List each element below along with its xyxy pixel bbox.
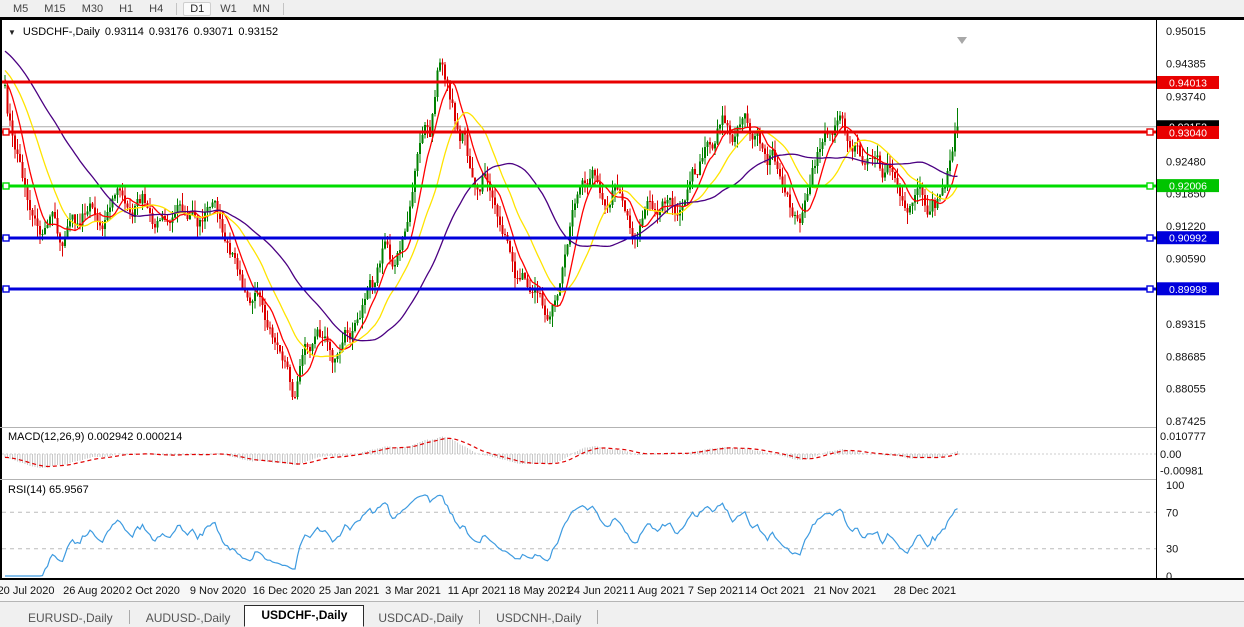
line-handle[interactable]: [3, 235, 9, 241]
price-axis-label: 0.94385: [1166, 58, 1206, 70]
symbol-tabbar: EURUSD-,DailyAUDUSD-,DailyUSDCHF-,DailyU…: [0, 601, 1244, 627]
date-axis-label: 25 Jan 2021: [319, 585, 380, 597]
chart-tab-audusd[interactable]: AUDUSD-,Daily: [132, 610, 245, 627]
date-axis-label: 7 Sep 2021: [688, 585, 744, 597]
price-badge-label: 0.89998: [1169, 284, 1207, 296]
chart-tab-usdcnh[interactable]: USDCNH-,Daily: [482, 610, 595, 627]
date-axis-label: 1 Aug 2021: [629, 585, 685, 597]
macd-indicator-label: MACD(12,26,9) 0.002942 0.000214: [8, 431, 182, 443]
timeframe-button-m30[interactable]: M30: [75, 2, 110, 16]
toolbar-separator: [176, 3, 177, 15]
chart-tab-eurusd[interactable]: EURUSD-,Daily: [14, 610, 127, 627]
date-axis-label: 14 Oct 2021: [745, 585, 805, 597]
ohlc-low: 0.93071: [194, 26, 234, 38]
toolbar-separator: [283, 3, 284, 15]
date-axis-label: 24 Jun 2021: [568, 585, 629, 597]
chart-tab-usdchf[interactable]: USDCHF-,Daily: [244, 605, 364, 627]
line-handle[interactable]: [3, 183, 9, 189]
date-axis-label: 16 Dec 2020: [253, 585, 315, 597]
line-handle[interactable]: [3, 286, 9, 292]
ohlc-high: 0.93176: [149, 26, 189, 38]
chart-header: ▼ USDCHF-,Daily 0.93114 0.93176 0.93071 …: [8, 26, 278, 38]
price-axis-label: 0.92480: [1166, 156, 1206, 168]
timeframe-button-h1[interactable]: H1: [112, 2, 140, 16]
rsi-axis-label: 100: [1166, 480, 1184, 492]
price-axis-label: 0.88685: [1166, 351, 1206, 363]
macd-axis-label: 0.00: [1160, 449, 1181, 461]
price-axis-label: 0.91220: [1166, 221, 1206, 233]
date-axis-label: 9 Nov 2020: [190, 585, 246, 597]
rsi-axis-label: 0: [1166, 571, 1172, 583]
date-axis-label: 3 Mar 2021: [385, 585, 441, 597]
macd-axis-label: 0.010777: [1160, 431, 1206, 443]
chart-canvas[interactable]: 0.950150.943850.937400.924800.918500.912…: [0, 17, 1244, 601]
price-axis-label: 0.95015: [1166, 26, 1206, 38]
timeframe-button-m15[interactable]: M15: [37, 2, 72, 16]
price-badge-label: 0.90992: [1169, 233, 1207, 245]
date-axis-label: 11 Apr 2021: [448, 585, 507, 597]
timeframe-button-w1[interactable]: W1: [213, 2, 244, 16]
tab-separator: [597, 610, 598, 624]
price-axis-label: 0.93740: [1166, 92, 1206, 104]
collapse-ohlc-icon[interactable]: ▼: [8, 28, 16, 37]
price-axis-label: 0.90590: [1166, 253, 1206, 265]
chart-top-border: [0, 17, 1244, 20]
price-axis-label: 0.88055: [1166, 384, 1206, 396]
price-badge-label: 0.94013: [1169, 77, 1207, 89]
date-axis-label: 20 Jul 2020: [0, 585, 54, 597]
pane-divider-macd[interactable]: [0, 427, 1156, 428]
symbol-title: USDCHF-,Daily: [23, 26, 100, 38]
line-handle[interactable]: [1147, 235, 1153, 241]
price-axis-separator: [1156, 20, 1157, 578]
ohlc-open: 0.93114: [105, 26, 144, 38]
macd-axis-label: -0.00981: [1160, 466, 1203, 478]
price-badge-label: 0.92006: [1169, 181, 1207, 193]
timeframe-button-m5[interactable]: M5: [6, 2, 35, 16]
rsi-axis-label: 70: [1166, 507, 1178, 519]
date-axis-label: 2 Oct 2020: [126, 585, 180, 597]
timeframe-toolbar: M5M15M30H1H4 D1W1MN: [0, 0, 1244, 17]
pane-divider-rsi[interactable]: [0, 479, 1156, 480]
timeframe-button-h4[interactable]: H4: [142, 2, 170, 16]
date-axis-label: 26 Aug 2020: [63, 585, 125, 597]
price-badge-label: 0.93040: [1169, 127, 1207, 139]
price-axis-label: 0.87425: [1166, 416, 1206, 428]
chart-tab-usdcad[interactable]: USDCAD-,Daily: [364, 610, 477, 627]
rsi-axis-label: 30: [1166, 544, 1178, 556]
timeframe-button-mn[interactable]: MN: [246, 2, 277, 16]
price-axis-label: 0.89315: [1166, 319, 1206, 331]
mt4-chart-window: { "toolbar": { "timeframes": ["M5","M15"…: [0, 0, 1244, 627]
ohlc-close: 0.93152: [238, 26, 278, 38]
timeframe-button-d1[interactable]: D1: [183, 2, 211, 16]
chart-left-border: [0, 17, 2, 580]
rsi-indicator-label: RSI(14) 65.9567: [8, 484, 89, 496]
chart-bottom-border: [0, 578, 1244, 580]
date-axis-label: 21 Nov 2021: [814, 585, 876, 597]
tab-separator: [129, 610, 130, 624]
date-axis-label: 18 May 2021: [508, 585, 572, 597]
date-axis-label: 28 Dec 2021: [894, 585, 956, 597]
line-handle[interactable]: [3, 129, 9, 135]
tab-separator: [479, 610, 480, 624]
line-handle[interactable]: [1147, 286, 1153, 292]
line-handle[interactable]: [1147, 129, 1153, 135]
line-handle[interactable]: [1147, 183, 1153, 189]
